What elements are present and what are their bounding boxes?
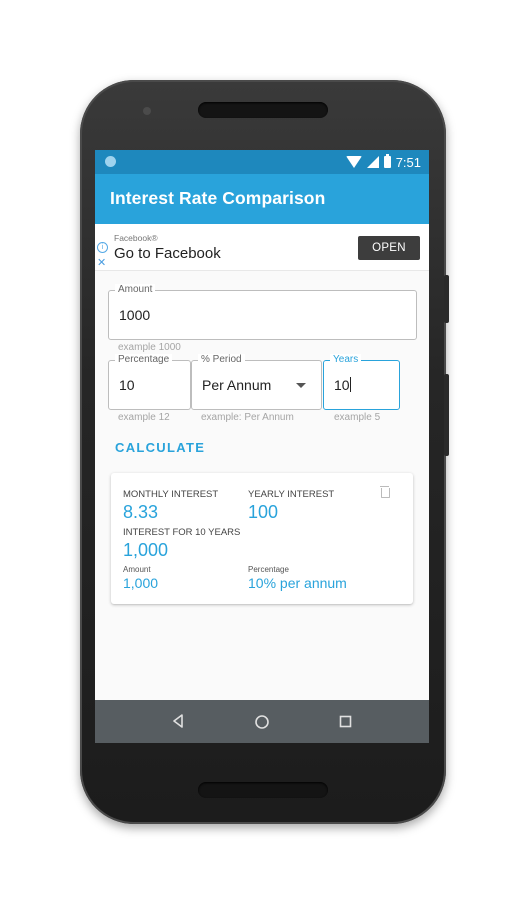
- period-label: % Period: [198, 354, 245, 366]
- years-field[interactable]: Years 10: [323, 354, 400, 410]
- wifi-icon: [345, 156, 362, 168]
- status-time: 7:51: [395, 154, 421, 170]
- calculate-button[interactable]: CALCULATE: [115, 440, 205, 455]
- years-value: 10: [334, 377, 350, 393]
- volume-button: [444, 374, 449, 456]
- amount-field[interactable]: Amount 1000: [108, 284, 417, 340]
- nav-bar: [95, 700, 429, 743]
- monthly-interest-value: 8.33: [123, 502, 159, 522]
- signal-icon: [366, 156, 379, 168]
- result-amount-value: 1,000: [123, 575, 159, 591]
- recents-icon[interactable]: [339, 715, 352, 728]
- screen: 7:51 Interest Rate Comparison i ✕ Facebo…: [95, 150, 429, 743]
- battery-icon: [383, 154, 391, 168]
- top-speaker: [198, 102, 328, 118]
- bottom-speaker: [198, 782, 328, 798]
- result-percentage-label: Percentage: [248, 565, 289, 574]
- monthly-interest-label: MONTHLY INTEREST: [123, 489, 219, 500]
- trash-icon[interactable]: [380, 486, 390, 498]
- result-percentage-value: 10% per annum: [248, 575, 347, 591]
- chevron-down-icon: [296, 383, 306, 388]
- years-helper: example 5: [334, 412, 381, 423]
- app-notification-icon: [105, 156, 116, 167]
- percentage-field[interactable]: Percentage 10: [108, 354, 191, 410]
- percentage-helper: example 12: [118, 412, 170, 423]
- power-button: [444, 275, 449, 323]
- status-bar: 7:51: [95, 150, 429, 174]
- result-amount-label: Amount: [123, 565, 151, 574]
- amount-helper: example 1000: [118, 342, 181, 353]
- text-caret: [349, 377, 351, 392]
- yearly-interest-value: 100: [248, 502, 279, 522]
- yearly-interest-label: YEARLY INTEREST: [248, 489, 335, 500]
- years-label: Years: [330, 354, 362, 366]
- amount-value: 1000: [119, 307, 151, 323]
- ad-banner[interactable]: i ✕ Facebook® Go to Facebook OPEN: [95, 224, 429, 271]
- ad-sponsor: Facebook®: [114, 233, 158, 243]
- app-bar: Interest Rate Comparison: [95, 174, 429, 224]
- period-interest-label: INTEREST FOR 10 YEARS: [123, 527, 241, 538]
- app-title: Interest Rate Comparison: [110, 188, 326, 208]
- percentage-value: 10: [119, 377, 135, 393]
- status-right: 7:51: [345, 154, 421, 170]
- period-helper: example: Per Annum: [201, 412, 294, 423]
- ad-open-button[interactable]: OPEN: [358, 236, 420, 260]
- ad-close-icon[interactable]: ✕: [97, 256, 106, 269]
- period-value: Per Annum: [202, 377, 272, 393]
- result-card: MONTHLY INTEREST 8.33 YEARLY INTEREST 10…: [111, 473, 413, 604]
- amount-label: Amount: [115, 284, 156, 296]
- back-icon[interactable]: [171, 714, 185, 733]
- front-camera: [143, 107, 151, 115]
- ad-info-icon[interactable]: i: [97, 242, 108, 253]
- period-select[interactable]: % Period Per Annum: [191, 354, 322, 410]
- home-icon[interactable]: [254, 714, 270, 730]
- period-interest-value: 1,000: [123, 540, 169, 560]
- ad-headline[interactable]: Go to Facebook: [114, 245, 221, 262]
- percentage-label: Percentage: [115, 354, 173, 366]
